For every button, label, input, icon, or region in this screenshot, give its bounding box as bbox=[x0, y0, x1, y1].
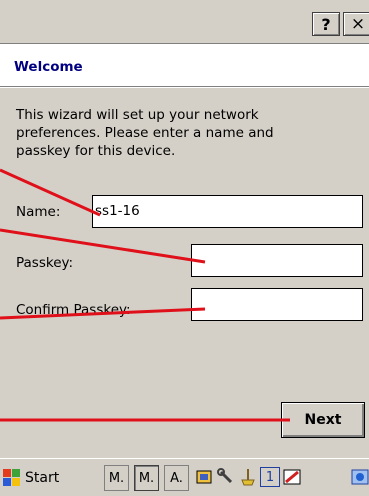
name-field[interactable]: ss1-16 bbox=[92, 195, 363, 228]
input-number-icon[interactable]: 1 bbox=[260, 467, 280, 487]
passkey-field[interactable] bbox=[191, 244, 363, 277]
confirm-passkey-label: Confirm Passkey: bbox=[16, 302, 131, 318]
broom-icon[interactable] bbox=[238, 467, 258, 487]
network-icon[interactable] bbox=[194, 467, 214, 487]
intro-text: This wizard will set up your network pre… bbox=[16, 107, 274, 159]
next-button[interactable]: Next bbox=[281, 402, 365, 438]
name-label: Name: bbox=[16, 204, 61, 220]
taskbar: Start M. M. A. 1 bbox=[0, 458, 369, 496]
title-bar: ? × bbox=[0, 0, 369, 44]
close-button[interactable]: × bbox=[343, 12, 369, 36]
start-button[interactable]: Start bbox=[3, 464, 86, 492]
start-label: Start bbox=[25, 470, 60, 486]
page-title: Welcome bbox=[14, 59, 83, 75]
passkey-label: Passkey: bbox=[16, 255, 74, 271]
help-button[interactable]: ? bbox=[312, 12, 340, 36]
wizard-panel: This wizard will set up your network pre… bbox=[0, 88, 369, 458]
windows-flag-icon bbox=[3, 469, 21, 487]
confirm-passkey-field[interactable] bbox=[191, 288, 363, 321]
task-button-1[interactable]: M. bbox=[104, 465, 129, 491]
task-button-3[interactable]: A. bbox=[164, 465, 189, 491]
pen-input-icon[interactable] bbox=[282, 467, 302, 487]
task-button-2[interactable]: M. bbox=[134, 465, 159, 491]
wizard-header: Welcome bbox=[0, 45, 369, 87]
desktop-icon[interactable] bbox=[350, 467, 369, 487]
wrench-icon[interactable] bbox=[216, 467, 236, 487]
